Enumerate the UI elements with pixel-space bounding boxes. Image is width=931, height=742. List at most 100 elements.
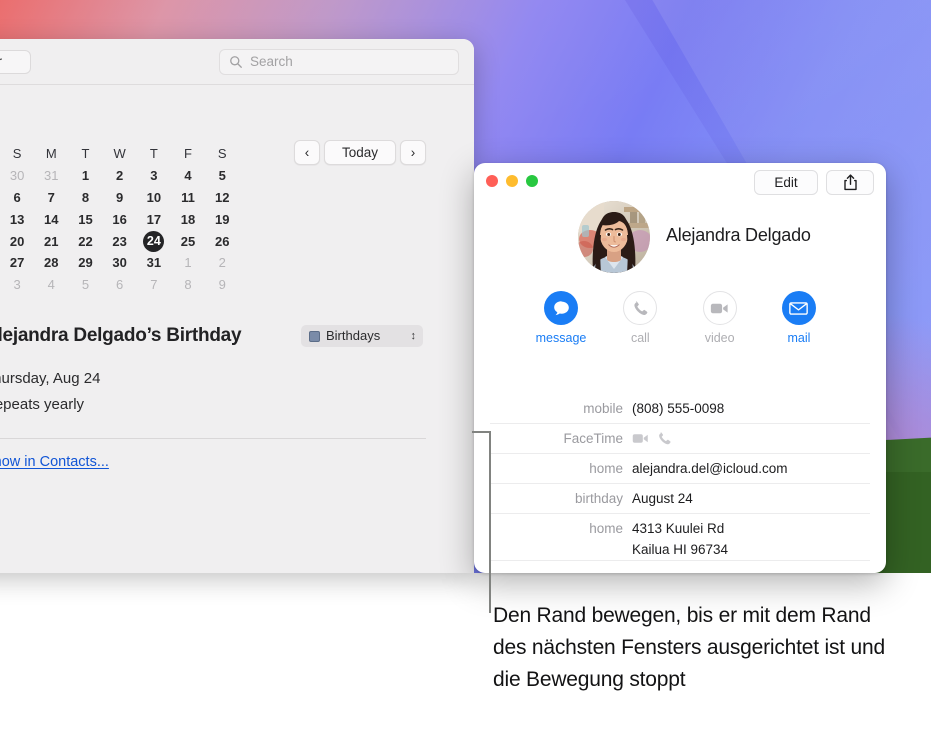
action-label: message — [535, 331, 587, 345]
action-label: video — [704, 331, 735, 345]
next-month-button[interactable]: › — [400, 140, 426, 165]
detail-value: August 24 — [632, 491, 693, 506]
share-icon — [843, 174, 857, 191]
month-week-row: 13 14 15 16 17 18 19 — [0, 208, 240, 230]
day-cell[interactable]: 18 — [171, 212, 205, 227]
calendar-body: S M T W T F S 30 31 1 2 3 4 5 6 7 8 9 10 11 12 13 14 15 1… — [0, 85, 474, 573]
detail-label: birthday — [574, 491, 623, 506]
phone-handset-icon[interactable] — [657, 431, 672, 446]
day-cell[interactable]: 5 — [205, 168, 239, 183]
month-week-row: 27 28 29 30 31 1 2 — [0, 252, 240, 274]
day-cell[interactable]: 22 — [68, 234, 102, 249]
day-cell[interactable]: 4 — [171, 168, 205, 183]
detail-row[interactable]: home alejandra.del@icloud.com — [490, 454, 870, 484]
facetime-icons — [632, 428, 870, 446]
day-cell[interactable]: 9 — [103, 190, 137, 205]
day-cell[interactable]: 5 — [68, 277, 102, 292]
event-title: Alejandra Delgado’s Birthday — [0, 325, 242, 346]
day-cell[interactable]: 8 — [171, 277, 205, 292]
day-cell[interactable]: 2 — [103, 168, 137, 183]
day-cell[interactable]: 23 — [103, 234, 137, 249]
day-cell[interactable]: 9 — [205, 277, 239, 292]
detail-row[interactable]: home 4313 Kuulei Rd Kailua HI 96734 — [490, 514, 870, 561]
video-button[interactable] — [702, 291, 737, 325]
day-cell[interactable]: 3 — [137, 168, 171, 183]
detail-row[interactable]: mobile (808) 555-0098 — [490, 394, 870, 424]
day-cell[interactable]: 14 — [34, 212, 68, 227]
previous-month-button[interactable]: ‹ — [294, 140, 320, 165]
detail-label: FaceTime — [563, 431, 623, 446]
action-mail[interactable]: mail — [768, 291, 830, 345]
day-cell[interactable]: 2 — [205, 255, 239, 270]
minimize-button[interactable] — [506, 175, 518, 187]
message-button[interactable] — [544, 291, 578, 325]
contact-actions: message call video mail — [530, 291, 830, 345]
weekday-header: W — [113, 146, 126, 162]
zoom-button[interactable] — [526, 175, 538, 187]
calendar-color-swatch — [309, 331, 320, 342]
close-button[interactable] — [486, 175, 498, 187]
share-button[interactable] — [826, 170, 874, 195]
day-cell[interactable]: 8 — [68, 190, 102, 205]
day-cell[interactable]: 30 — [0, 168, 34, 183]
search-input[interactable]: Search — [219, 49, 459, 75]
action-message[interactable]: message — [530, 291, 592, 345]
day-cell[interactable]: 31 — [137, 255, 171, 270]
day-cell[interactable]: 13 — [0, 212, 34, 227]
event-calendar-select[interactable]: Birthdays ↕ — [301, 325, 423, 347]
day-cell[interactable]: 20 — [0, 234, 34, 249]
video-camera-icon[interactable] — [632, 432, 649, 445]
day-cell[interactable]: 26 — [205, 234, 239, 249]
day-cell[interactable]: 10 — [137, 190, 171, 205]
address-line-1: 4313 Kuulei Rd — [632, 521, 725, 536]
action-call[interactable]: call — [609, 291, 671, 345]
message-bubble-icon — [553, 300, 569, 315]
day-cell[interactable]: 1 — [171, 255, 205, 270]
event-repeat: Repeats yearly — [0, 396, 85, 413]
day-cell[interactable]: 4 — [34, 277, 68, 292]
day-cell[interactable]: 29 — [68, 255, 102, 270]
day-cell[interactable]: 11 — [171, 190, 205, 205]
day-cell[interactable]: 7 — [34, 190, 68, 205]
mail-button[interactable] — [781, 291, 816, 325]
weekday-header-row: S M T W T F S — [0, 143, 240, 165]
contact-card-window: Edit Alejandra Delgado message call vide… — [474, 163, 886, 573]
show-in-contacts-link[interactable]: Show in Contacts... — [0, 454, 109, 470]
contact-photo-icon — [578, 201, 650, 273]
weekday-header: M — [45, 146, 57, 162]
day-cell[interactable]: 1 — [68, 168, 102, 183]
day-cell[interactable]: 15 — [68, 212, 102, 227]
edit-button[interactable]: Edit — [754, 170, 818, 195]
day-cell[interactable]: 12 — [205, 190, 239, 205]
day-cell-today[interactable]: 24 — [137, 230, 171, 252]
call-button[interactable] — [623, 291, 658, 325]
weekday-header: T — [149, 146, 158, 162]
search-icon — [230, 56, 242, 68]
calendar-name-label: Birthdays — [326, 328, 381, 343]
day-cell[interactable]: 16 — [103, 212, 137, 227]
day-cell[interactable]: 19 — [205, 212, 239, 227]
day-cell[interactable]: 7 — [137, 277, 171, 292]
contact-name: Alejandra Delgado — [666, 225, 811, 245]
window-traffic-lights — [486, 175, 538, 187]
day-cell[interactable]: 28 — [34, 255, 68, 270]
day-cell[interactable]: 27 — [0, 255, 34, 270]
month-weeks: 30 31 1 2 3 4 5 6 7 8 9 10 11 12 13 14 15 16 17 18 19 20 21 22 2… — [0, 165, 240, 296]
month-week-row: 6 7 8 9 10 11 12 — [0, 187, 240, 209]
day-cell[interactable]: 3 — [0, 277, 34, 292]
chevron-updown-icon: ↕ — [410, 330, 417, 342]
day-cell[interactable]: 6 — [0, 190, 34, 205]
calendar-toolbar: Year Search — [0, 39, 474, 85]
day-cell[interactable]: 25 — [171, 234, 205, 249]
year-view-button[interactable]: Year — [0, 50, 31, 74]
today-button[interactable]: Today — [324, 140, 396, 165]
day-cell[interactable]: 6 — [103, 277, 137, 292]
action-video[interactable]: video — [689, 291, 751, 345]
day-cell[interactable]: 30 — [103, 255, 137, 270]
day-cell[interactable]: 21 — [34, 234, 68, 249]
day-cell[interactable]: 31 — [34, 168, 68, 183]
calendar-window: Year Search S M T W T F S — [0, 39, 474, 573]
detail-row[interactable]: birthday August 24 — [490, 484, 870, 514]
day-cell[interactable]: 17 — [137, 212, 171, 227]
detail-row[interactable]: FaceTime — [490, 424, 870, 454]
